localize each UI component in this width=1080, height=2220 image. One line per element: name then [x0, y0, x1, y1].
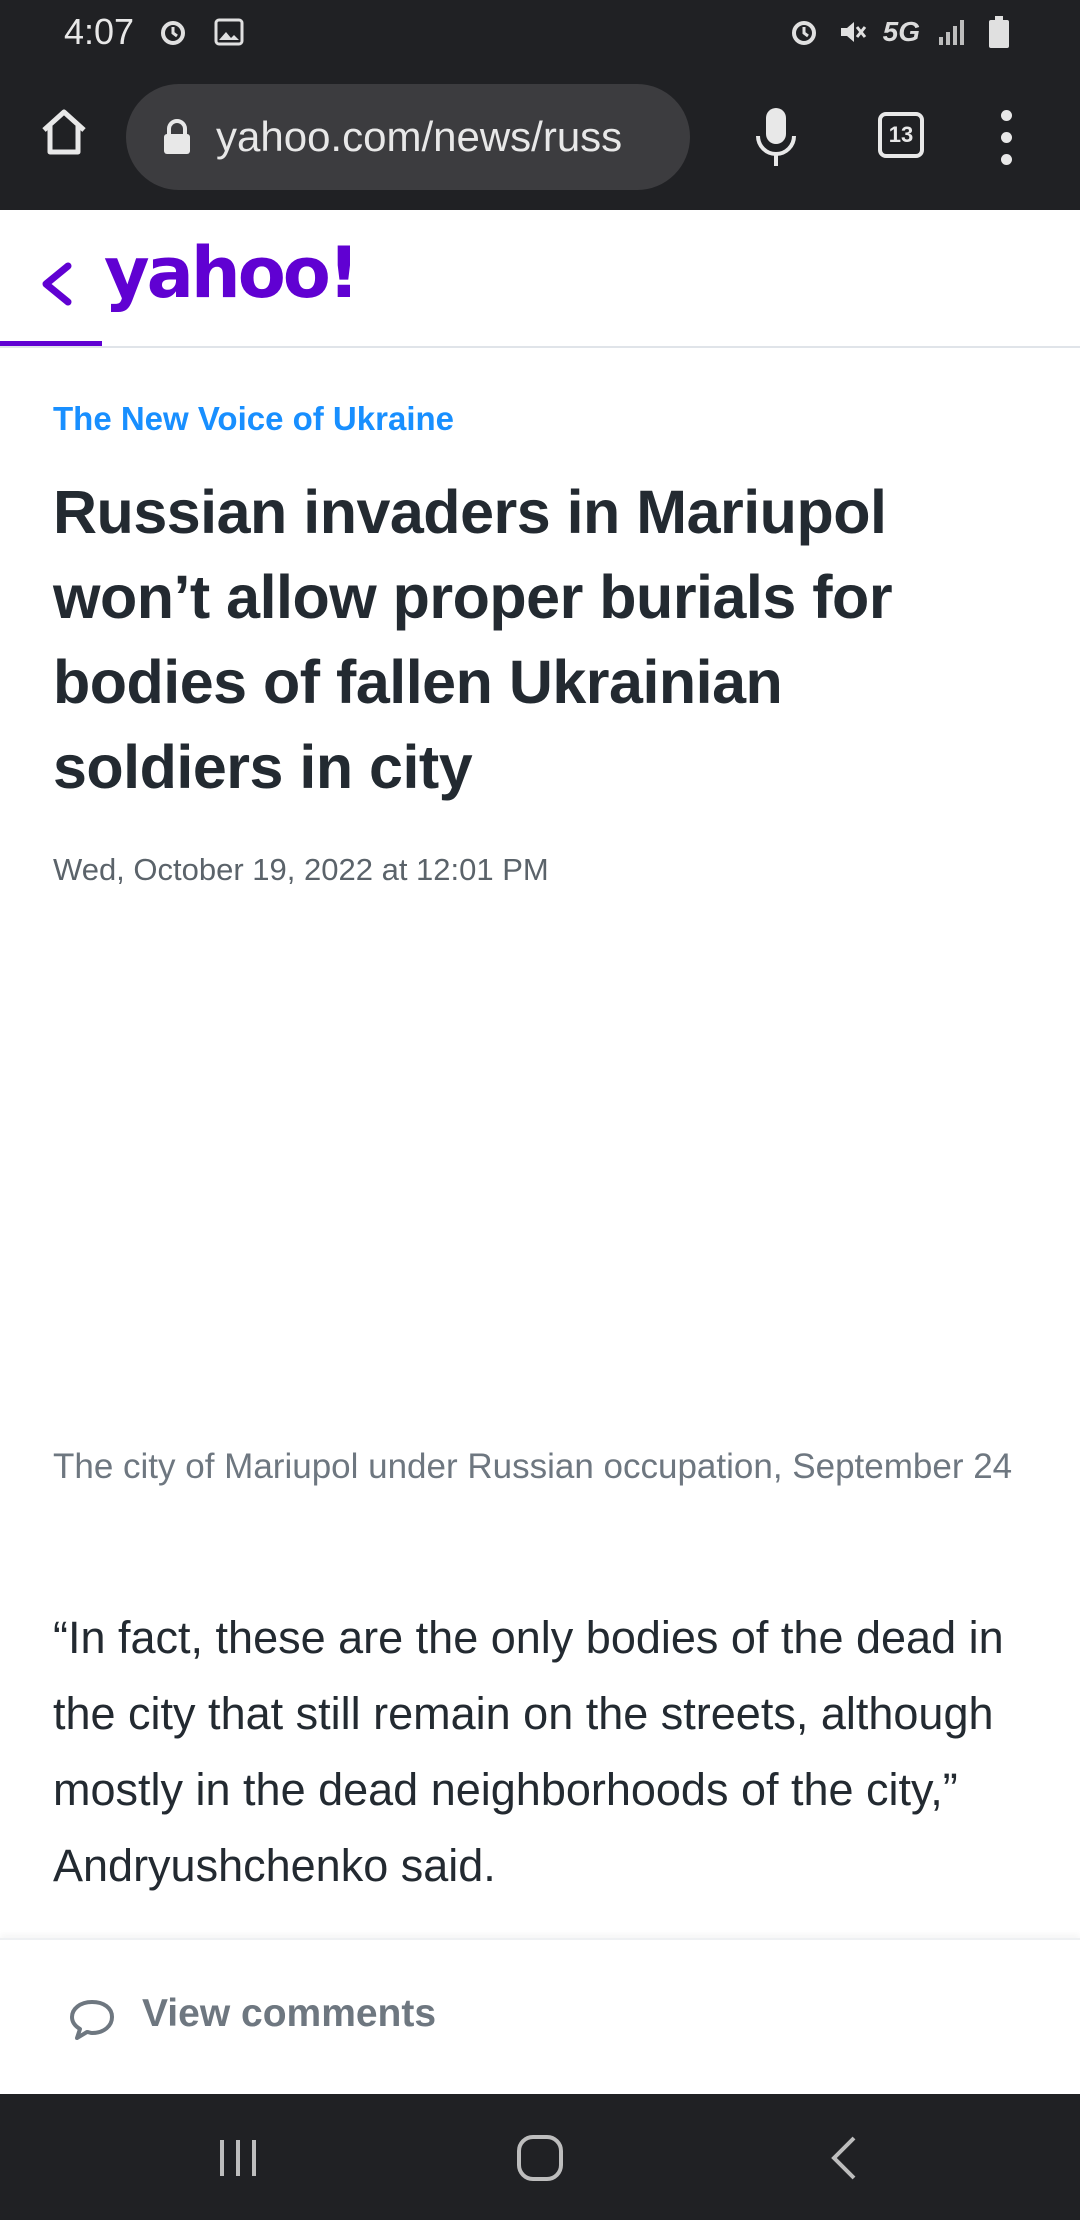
image-icon: [212, 15, 246, 49]
alarm-icon: [787, 15, 821, 49]
chevron-left-icon: [42, 262, 72, 306]
voice-search-button[interactable]: [754, 106, 798, 168]
article-image: [0, 920, 1080, 1420]
status-bar: 4:07 5G: [0, 0, 1080, 64]
microphone-icon: [756, 108, 796, 166]
battery-icon: [982, 15, 1016, 49]
article-headline: Russian invaders in Mariupol won’t allow…: [53, 478, 893, 801]
yahoo-logo[interactable]: yahoo!: [104, 232, 360, 314]
article-provider[interactable]: The New Voice of Ukraine: [53, 400, 454, 438]
site-header: yahoo!: [0, 210, 1080, 348]
signal-icon: [934, 15, 968, 49]
tab-switcher-button[interactable]: 13: [878, 112, 924, 158]
chevron-left-icon: [831, 2136, 856, 2180]
url-text: yahoo.com/news/russ: [216, 113, 623, 160]
browser-toolbar: yahoo.com/news/russ 13: [0, 64, 1080, 210]
comments-bar[interactable]: View comments: [0, 1938, 1080, 2094]
view-comments-button[interactable]: View comments: [142, 1992, 436, 2036]
recent-apps-button[interactable]: [216, 2136, 260, 2180]
network-type: 5G: [882, 16, 920, 47]
mute-icon: [835, 15, 869, 49]
back-button[interactable]: [36, 256, 76, 312]
home-icon: [42, 109, 86, 155]
home-button[interactable]: [36, 104, 92, 160]
home-circle-icon: [517, 2135, 563, 2181]
alarm-icon: [156, 15, 190, 49]
status-time: 4:07: [64, 11, 135, 52]
system-nav-bar: [0, 2094, 1080, 2220]
image-caption: The city of Mariupol under Russian occup…: [53, 1447, 1013, 1486]
article-date: Wed, October 19, 2022 at 12:01 PM: [53, 852, 549, 887]
lock-icon: [164, 119, 190, 154]
system-back-button[interactable]: [826, 2134, 860, 2182]
comment-icon: [70, 2000, 114, 2040]
url-bar[interactable]: yahoo.com/news/russ: [126, 84, 690, 190]
recents-icon: [220, 2140, 256, 2176]
overflow-menu-button[interactable]: [996, 110, 1016, 166]
more-vert-icon: [1000, 110, 1012, 121]
system-home-button[interactable]: [516, 2134, 564, 2182]
article-paragraph: “In fact, these are the only bodies of t…: [53, 1612, 1004, 1891]
reading-progress: [0, 341, 102, 346]
